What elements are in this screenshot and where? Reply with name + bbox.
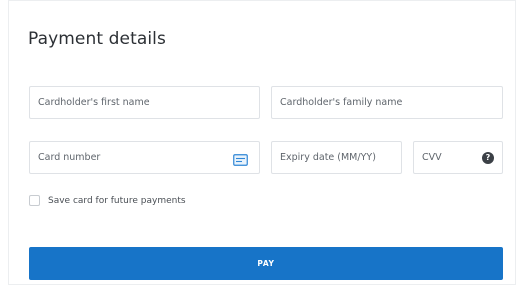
- save-card-option[interactable]: Save card for future payments: [29, 195, 186, 206]
- help-icon[interactable]: ?: [482, 152, 494, 164]
- page-title: Payment details: [28, 29, 166, 49]
- save-card-label: Save card for future payments: [48, 195, 186, 206]
- family-name-input[interactable]: [272, 87, 502, 118]
- credit-card-icon: [233, 151, 248, 166]
- expiry-date-input[interactable]: [272, 142, 401, 173]
- expiry-date-field[interactable]: [271, 141, 402, 174]
- payment-card: Payment details ? Save card for future p…: [8, 0, 516, 285]
- first-name-input[interactable]: [30, 87, 259, 118]
- cvv-field[interactable]: ?: [413, 141, 503, 174]
- save-card-checkbox[interactable]: [29, 195, 40, 206]
- card-number-input[interactable]: [30, 142, 259, 173]
- card-number-field[interactable]: [29, 141, 260, 174]
- first-name-field[interactable]: [29, 86, 260, 119]
- family-name-field[interactable]: [271, 86, 503, 119]
- pay-button[interactable]: PAY: [29, 247, 503, 280]
